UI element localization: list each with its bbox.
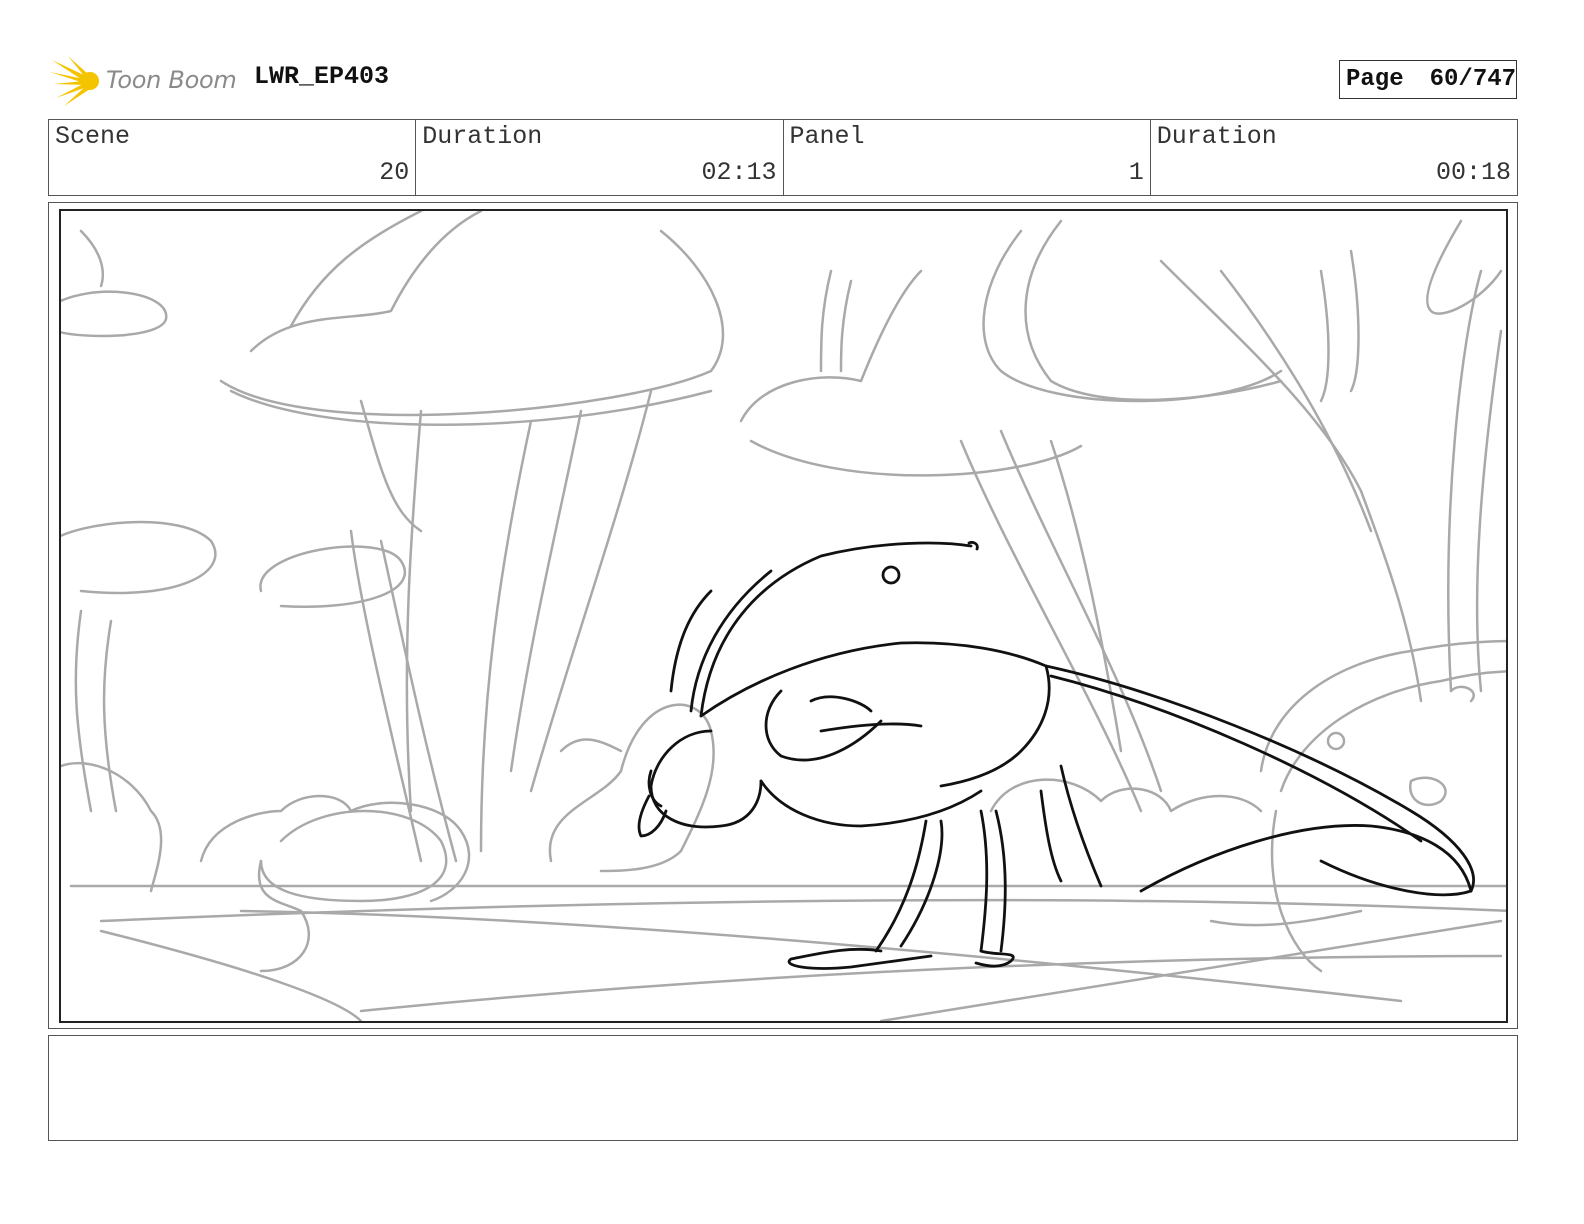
logo-wordmark: Toon Boom xyxy=(106,66,237,94)
panel-info-bar: Scene 20 Duration 02:13 Panel 1 Duration… xyxy=(48,119,1518,196)
storyboard-panel-frame xyxy=(48,202,1518,1029)
project-title: LWR_EP403 xyxy=(254,62,390,91)
panel-cell: Panel 1 xyxy=(784,120,1151,195)
scene-duration-value: 02:13 xyxy=(701,158,777,187)
scene-cell: Scene 20 xyxy=(49,120,417,195)
sketch-drawing xyxy=(61,211,1506,1021)
scene-label: Scene xyxy=(55,122,131,151)
panel-label: Panel xyxy=(789,122,865,151)
page-label: Page xyxy=(1346,66,1404,93)
scene-duration-cell: Duration 02:13 xyxy=(416,120,784,195)
scene-duration-label: Duration xyxy=(422,122,543,151)
panel-value: 1 xyxy=(1128,158,1144,187)
storyboard-panel-image xyxy=(59,209,1508,1023)
page-number: 60/747 xyxy=(1429,66,1517,93)
toon-boom-logo: Toon Boom xyxy=(50,54,240,108)
page-indicator: Page 60/747 xyxy=(1339,60,1517,99)
background-sketch xyxy=(61,211,1506,1021)
panel-duration-label: Duration xyxy=(1156,122,1277,151)
starburst-icon xyxy=(50,56,99,106)
notes-box xyxy=(48,1035,1518,1141)
panel-duration-value: 00:18 xyxy=(1435,158,1511,187)
scene-value: 20 xyxy=(379,158,410,187)
panel-duration-cell: Duration 00:18 xyxy=(1151,120,1517,195)
